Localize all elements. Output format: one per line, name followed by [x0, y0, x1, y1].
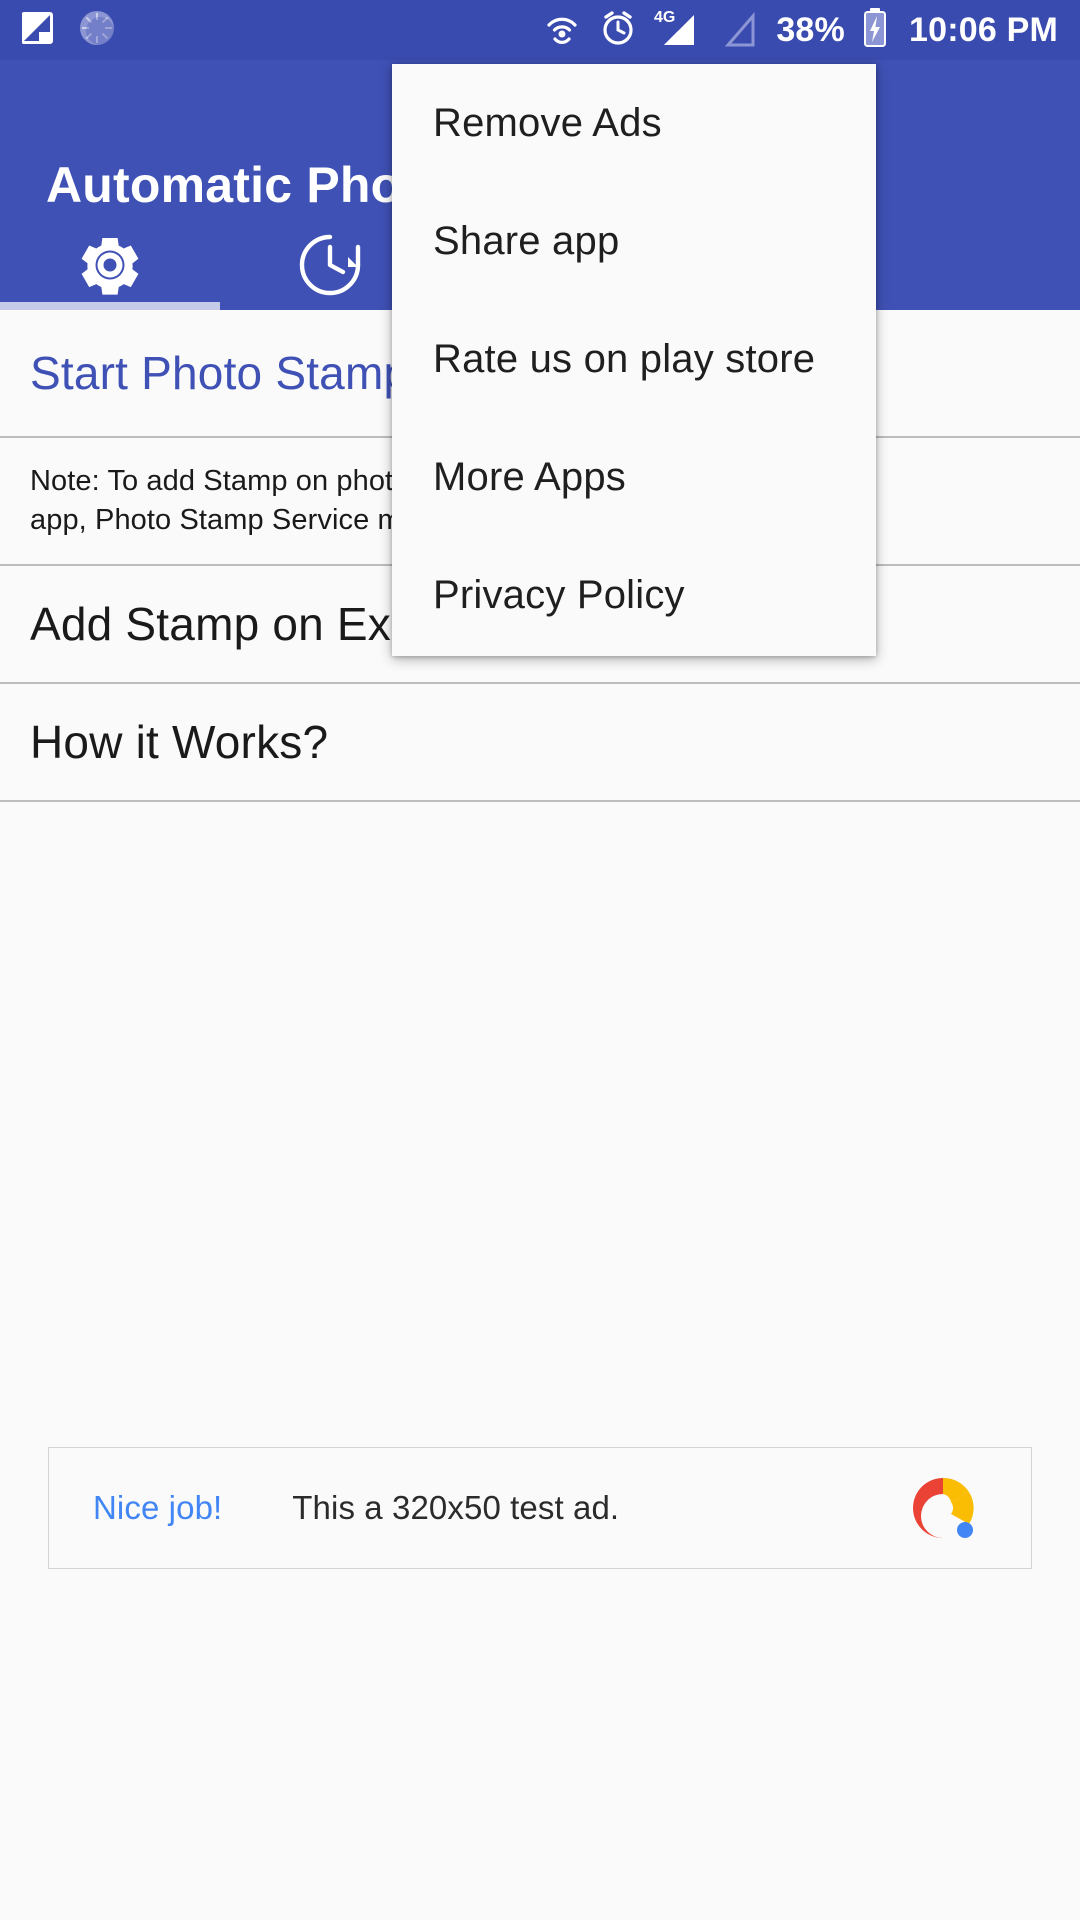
- menu-item-label: More Apps: [433, 454, 627, 499]
- menu-item-label: Remove Ads: [433, 100, 662, 145]
- ad-body-text: This a 320x50 test ad.: [292, 1489, 620, 1526]
- signal-empty-icon: [723, 7, 759, 54]
- menu-item-share-app[interactable]: Share app: [392, 182, 876, 300]
- ad-cta-label: Nice job!: [93, 1489, 223, 1526]
- battery-charging-icon: [862, 7, 888, 53]
- list-item-how-it-works[interactable]: How it Works?: [0, 684, 1080, 802]
- clock-history-icon: [296, 231, 364, 299]
- status-bar-notification-icons: [21, 8, 116, 53]
- overflow-menu: Remove Ads Share app Rate us on play sto…: [392, 64, 876, 656]
- tab-settings[interactable]: [0, 220, 220, 310]
- tab-selected-indicator: [0, 302, 220, 310]
- battery-percent-label: 38%: [776, 11, 845, 49]
- admob-icon: [905, 1470, 981, 1546]
- ad-banner[interactable]: Nice job! This a 320x50 test ad.: [48, 1447, 1032, 1569]
- status-bar-clock: 10:06 PM: [908, 11, 1058, 49]
- signal-4g-icon: 4G: [654, 7, 706, 54]
- menu-item-more-apps[interactable]: More Apps: [392, 418, 876, 536]
- svg-text:4G: 4G: [654, 9, 675, 26]
- alarm-icon: [599, 8, 637, 53]
- menu-item-privacy-policy[interactable]: Privacy Policy: [392, 536, 876, 654]
- gear-icon: [75, 230, 145, 300]
- menu-item-remove-ads[interactable]: Remove Ads: [392, 64, 876, 182]
- list-item-label: How it Works?: [30, 716, 329, 768]
- menu-item-rate-us-on-play-store[interactable]: Rate us on play store: [392, 300, 876, 418]
- cast-icon: [542, 8, 582, 53]
- menu-item-label: Rate us on play store: [433, 336, 816, 381]
- status-bar-system-icons: 4G 38% 10:06 PM: [542, 7, 1058, 54]
- menu-item-label: Share app: [433, 218, 620, 263]
- screenshot-icon: [21, 8, 56, 53]
- sync-spinner-icon: [78, 9, 116, 52]
- status-bar: 4G 38% 10:06 PM: [0, 0, 1080, 60]
- menu-item-label: Privacy Policy: [433, 572, 685, 617]
